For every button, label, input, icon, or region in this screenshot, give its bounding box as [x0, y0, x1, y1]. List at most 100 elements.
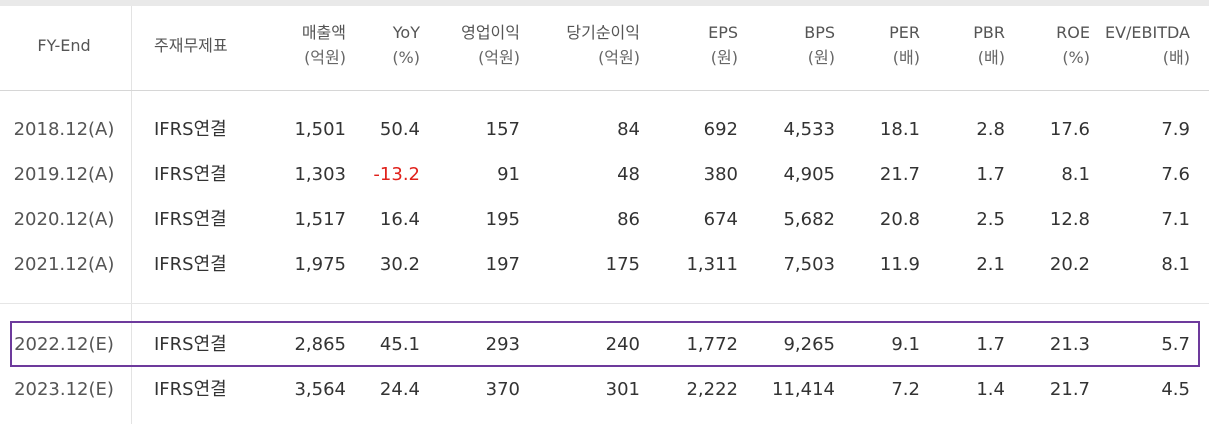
header-eps-label: EPS — [708, 23, 738, 42]
cell-ev-ebitda: 8.1 — [1161, 254, 1190, 275]
cell-net-income: 240 — [605, 334, 640, 355]
cell-net-income: 175 — [605, 254, 640, 275]
header-yoy-label: YoY — [392, 23, 420, 42]
table-row-2019: 2019.12(A) IFRS연결 1,303 -13.2 91 48 380 … — [0, 155, 1209, 195]
cell-net-income: 301 — [605, 379, 640, 400]
cell-ev-ebitda: 7.1 — [1161, 209, 1190, 230]
cell-eps: 1,772 — [686, 334, 738, 355]
cell-bps: 5,682 — [783, 209, 835, 230]
header-per-label: PER — [889, 23, 920, 42]
cell-per: 18.1 — [879, 119, 920, 140]
cell-operating-profit: 197 — [485, 254, 520, 275]
header-operating-profit-unit: (억원) — [478, 48, 520, 67]
cell-eps: 674 — [703, 209, 738, 230]
cell-ev-ebitda: 7.9 — [1161, 119, 1190, 140]
row-date: 2022.12(E) — [14, 334, 114, 355]
header-roe: ROE (%) — [1020, 20, 1090, 80]
row-date: 2021.12(A) — [13, 254, 115, 275]
table-row-2021: 2021.12(A) IFRS연결 1,975 30.2 197 175 1,3… — [0, 245, 1209, 285]
row-basis: IFRS연결 — [154, 254, 227, 275]
cell-yoy: 45.1 — [379, 334, 420, 355]
cell-pbr: 2.1 — [976, 254, 1005, 275]
header-roe-unit: (%) — [1062, 48, 1090, 67]
cell-bps: 9,265 — [783, 334, 835, 355]
header-basis: 주재무제표 — [154, 36, 228, 55]
cell-revenue: 1,975 — [294, 254, 346, 275]
cell-roe: 21.3 — [1049, 334, 1090, 355]
cell-per: 11.9 — [879, 254, 920, 275]
row-basis: IFRS연결 — [154, 164, 227, 185]
cell-eps: 1,311 — [686, 254, 738, 275]
cell-per: 21.7 — [879, 164, 920, 185]
cell-ev-ebitda: 4.5 — [1161, 379, 1190, 400]
row-basis: IFRS연결 — [154, 119, 227, 140]
cell-eps: 380 — [703, 164, 738, 185]
header-revenue: 매출액 (억원) — [258, 20, 346, 80]
row-basis: IFRS연결 — [154, 334, 227, 355]
cell-net-income: 48 — [617, 164, 640, 185]
financial-summary-table: FY-End 주재무제표 매출액 (억원) YoY (%) 영업이익 (억원) … — [0, 0, 1209, 424]
header-yoy-unit: (%) — [392, 48, 420, 67]
estimate-group-divider — [0, 303, 1209, 304]
header-yoy: YoY (%) — [350, 20, 420, 80]
header-fy-end: FY-End — [37, 36, 91, 55]
cell-ev-ebitda: 5.7 — [1161, 334, 1190, 355]
table-top-border — [0, 0, 1209, 6]
header-bps-unit: (원) — [807, 48, 835, 67]
header-net-income-label: 당기순이익 — [566, 23, 640, 42]
cell-pbr: 1.4 — [976, 379, 1005, 400]
table-row-2023: 2023.12(E) IFRS연결 3,564 24.4 370 301 2,2… — [0, 370, 1209, 410]
cell-net-income: 84 — [617, 119, 640, 140]
cell-bps: 4,905 — [783, 164, 835, 185]
cell-pbr: 1.7 — [976, 164, 1005, 185]
table-row-2020: 2020.12(A) IFRS연결 1,517 16.4 195 86 674 … — [0, 200, 1209, 240]
header-ev-ebitda-unit: (배) — [1162, 48, 1190, 67]
row-basis: IFRS연결 — [154, 209, 227, 230]
table-row-2018: 2018.12(A) IFRS연결 1,501 50.4 157 84 692 … — [0, 110, 1209, 150]
cell-per: 9.1 — [891, 334, 920, 355]
cell-roe: 17.6 — [1049, 119, 1090, 140]
cell-eps: 2,222 — [686, 379, 738, 400]
header-pbr-label: PBR — [973, 23, 1005, 42]
cell-roe: 21.7 — [1049, 379, 1090, 400]
row-date: 2019.12(A) — [13, 164, 115, 185]
header-net-income: 당기순이익 (억원) — [530, 20, 640, 80]
header-revenue-unit: (억원) — [304, 48, 346, 67]
cell-eps: 692 — [703, 119, 738, 140]
cell-operating-profit: 370 — [485, 379, 520, 400]
cell-roe: 8.1 — [1061, 164, 1090, 185]
header-bps-label: BPS — [804, 23, 835, 42]
cell-operating-profit: 157 — [485, 119, 520, 140]
cell-operating-profit: 195 — [485, 209, 520, 230]
cell-ev-ebitda: 7.6 — [1161, 164, 1190, 185]
cell-yoy: 16.4 — [379, 209, 420, 230]
table-row-2022: 2022.12(E) IFRS연결 2,865 45.1 293 240 1,7… — [0, 325, 1209, 365]
header-eps: EPS (원) — [660, 20, 738, 80]
cell-yoy: 30.2 — [379, 254, 420, 275]
header-ev-ebitda: EV/EBITDA (배) — [1098, 20, 1190, 80]
cell-revenue: 1,501 — [294, 119, 346, 140]
cell-per: 7.2 — [891, 379, 920, 400]
cell-bps: 11,414 — [772, 379, 835, 400]
cell-pbr: 1.7 — [976, 334, 1005, 355]
header-operating-profit-label: 영업이익 — [461, 23, 520, 42]
cell-revenue: 2,865 — [294, 334, 346, 355]
cell-revenue: 1,303 — [294, 164, 346, 185]
header-eps-unit: (원) — [710, 48, 738, 67]
cell-revenue: 1,517 — [294, 209, 346, 230]
cell-yoy: 24.4 — [379, 379, 420, 400]
cell-net-income: 86 — [617, 209, 640, 230]
row-date: 2018.12(A) — [13, 119, 115, 140]
cell-roe: 20.2 — [1049, 254, 1090, 275]
header-per: PER (배) — [850, 20, 920, 80]
header-pbr: PBR (배) — [935, 20, 1005, 80]
cell-revenue: 3,564 — [294, 379, 346, 400]
cell-yoy: 50.4 — [379, 119, 420, 140]
cell-yoy-negative: -13.2 — [373, 164, 420, 185]
header-operating-profit: 영업이익 (억원) — [430, 20, 520, 80]
row-date: 2023.12(E) — [14, 379, 114, 400]
cell-roe: 12.8 — [1049, 209, 1090, 230]
cell-pbr: 2.8 — [976, 119, 1005, 140]
header-bps: BPS (원) — [750, 20, 835, 80]
row-date: 2020.12(A) — [13, 209, 115, 230]
